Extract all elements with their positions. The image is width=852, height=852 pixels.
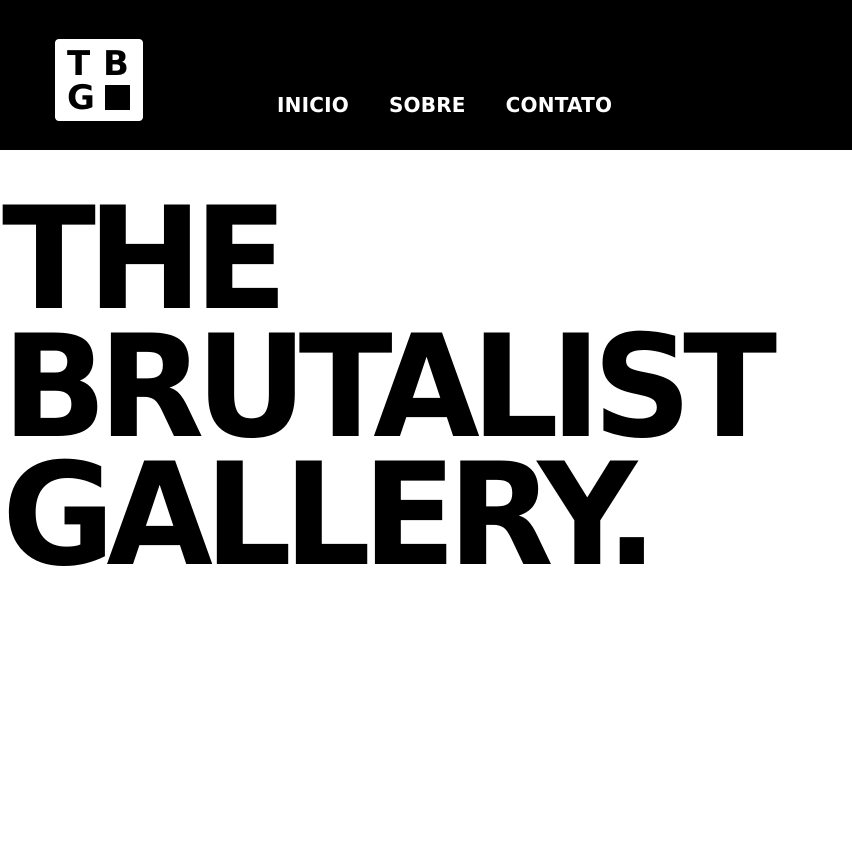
nav-link-inicio[interactable]: INICIO [277, 92, 349, 118]
logo-letter-b: B [103, 44, 129, 84]
nav-link-contato[interactable]: CONTATO [506, 92, 612, 118]
logo-letter-g: G [67, 78, 95, 118]
nav-link-sobre[interactable]: SOBRE [389, 92, 466, 118]
site-header: T B G INICIO SOBRE CONTATO [0, 0, 852, 150]
main-nav: INICIO SOBRE CONTATO [277, 92, 612, 118]
hero-title-line: GALLERY. [2, 433, 658, 598]
logo-letter-t: T [67, 44, 91, 84]
site-logo[interactable]: T B G [55, 39, 143, 121]
logo-square [105, 85, 130, 110]
hero-title: THE BRUTALIST GALLERY. [2, 189, 777, 598]
